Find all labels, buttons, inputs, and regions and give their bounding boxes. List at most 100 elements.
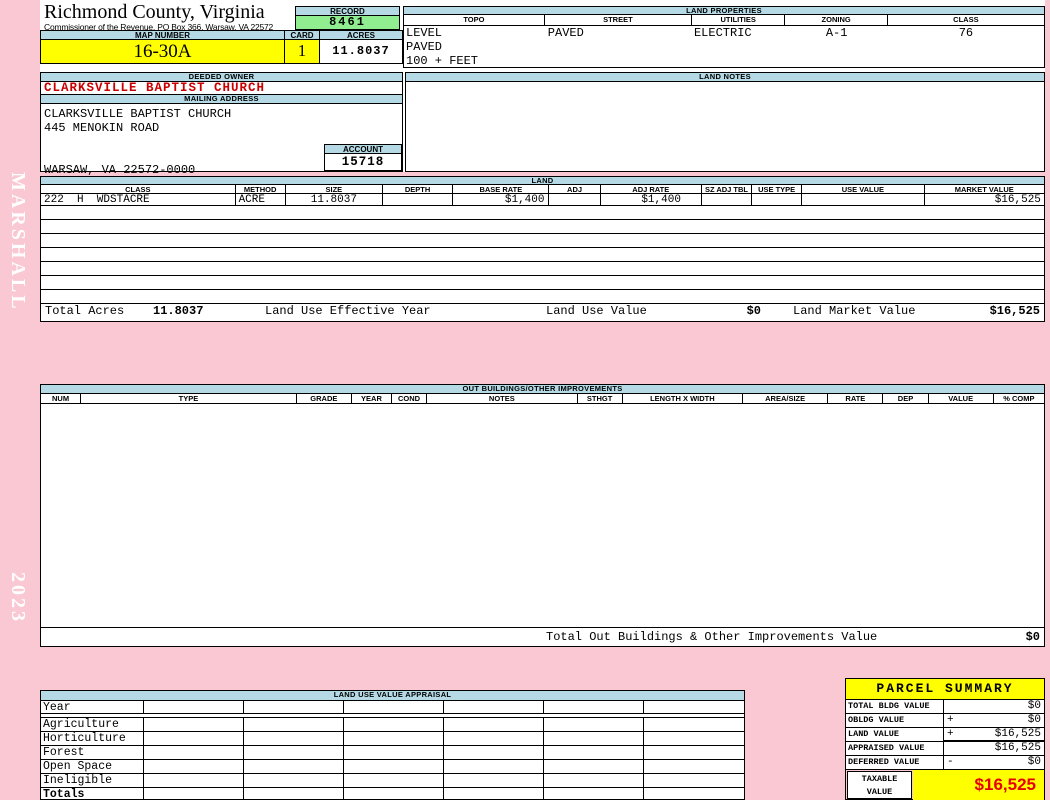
owner-block: DEEDED OWNER CLARKSVILLE BAPTIST CHURCH … <box>40 72 403 177</box>
acres-value: 11.8037 <box>320 40 403 64</box>
column-header: % COMP <box>1003 394 1035 403</box>
appraisal-cell <box>644 774 744 787</box>
record-value: 8461 <box>295 16 400 30</box>
column-header: YEAR <box>352 394 393 403</box>
street-value: PAVED <box>547 26 584 40</box>
appraisal-cell <box>144 774 244 787</box>
land-table: LAND CLASS METHOD SIZE DEPTH BASE RATE A… <box>40 176 1045 322</box>
land-class-cell: 222 H WDSTACRE <box>41 194 236 205</box>
empty-land-row <box>41 276 1044 290</box>
land-empty-rows <box>41 206 1044 304</box>
land-totals-row: Total Acres 11.8037 Land Use Effective Y… <box>41 303 1044 321</box>
empty-land-row <box>41 234 1044 248</box>
summary-row-deferred: DEFERRED VALUE - $0 <box>846 756 1044 770</box>
land-use-value-cell <box>802 194 925 205</box>
appraisal-row-open-space: Open Space <box>41 760 744 774</box>
summary-value: $0 <box>1027 756 1041 768</box>
column-header: CLASS <box>41 185 236 193</box>
appraisal-cell <box>344 746 444 759</box>
card-label: CARD <box>285 30 320 40</box>
summary-value: $0 <box>1027 714 1041 726</box>
appraisal-cell <box>244 774 344 787</box>
summary-label: LAND VALUE <box>846 728 944 741</box>
row-label: Forest <box>41 746 144 759</box>
county-header: Richmond County, Virginia Commissioner o… <box>44 2 294 32</box>
appraisal-row-ineligible: Ineligible <box>41 774 744 788</box>
summary-op: + <box>947 728 954 740</box>
out-buildings-total-value: $0 <box>1025 630 1040 644</box>
column-header: ADJ RATE <box>601 185 702 193</box>
empty-land-row <box>41 248 1044 262</box>
appraisal-cell <box>444 760 544 773</box>
appraisal-cell <box>244 746 344 759</box>
land-data-row: 222 H WDSTACRE ACRE 11.8037 $1,400 $1,40… <box>41 194 1044 206</box>
appraisal-cell <box>544 718 644 731</box>
appraisal-cell <box>544 760 644 773</box>
column-header: NUM <box>41 394 82 403</box>
appraisal-row-agriculture: Agriculture <box>41 718 744 732</box>
appraisal-cell <box>144 732 244 745</box>
summary-row-obldg: OBLDG VALUE + $0 <box>846 714 1044 728</box>
summary-value: $0 <box>1027 700 1041 712</box>
appraisal-cell <box>344 718 444 731</box>
appraisal-row-forest: Forest <box>41 746 744 760</box>
account-block: ACCOUNT 15718 <box>324 144 402 171</box>
summary-label: OBLDG VALUE <box>846 714 944 727</box>
appraisal-row-year: Year <box>41 701 744 714</box>
total-acres-value: 11.8037 <box>153 304 204 318</box>
column-header: RATE <box>828 394 884 403</box>
out-buildings-total-row: Total Out Buildings & Other Improvements… <box>41 627 1044 646</box>
appraisal-cell <box>544 701 644 713</box>
row-label: Ineligible <box>41 774 144 787</box>
appraisal-cell <box>444 718 544 731</box>
appraisal-cell <box>544 746 644 759</box>
column-header: NOTES <box>427 394 578 403</box>
acres-block: ACRES 11.8037 <box>320 30 403 64</box>
summary-row-taxable: TAXABLE VALUE $16,525 <box>846 770 1044 800</box>
appraisal-cell <box>244 732 344 745</box>
column-header: BASE RATE <box>453 185 550 193</box>
summary-label: DEFERRED VALUE <box>846 756 944 769</box>
appraisal-cell <box>144 718 244 731</box>
mailing-address-label: MAILING ADDRESS <box>41 95 402 104</box>
appraisal-cell <box>644 732 744 745</box>
column-header: MARKET VALUE <box>954 185 1014 193</box>
land-properties-title: LAND PROPERTIES <box>403 6 1045 15</box>
row-label: Totals <box>41 788 144 800</box>
appraisal-cell <box>244 760 344 773</box>
appraisal-cell <box>244 701 344 713</box>
appraisal-cell <box>244 788 344 800</box>
appraisal-cell <box>444 788 544 800</box>
appraisal-cell <box>144 788 244 800</box>
column-header: SZ ADJ TBL <box>702 185 753 193</box>
map-number-label: MAP NUMBER <box>40 30 285 40</box>
column-header: TOPO <box>404 15 545 25</box>
out-buildings-title: OUT BUILDINGS/OTHER IMPROVEMENTS <box>41 385 1044 394</box>
map-number-value: 16-30A <box>40 40 285 64</box>
appraisal-cell <box>644 788 744 800</box>
appraisal-cell <box>644 746 744 759</box>
row-label: Year <box>41 701 144 714</box>
topo-value: LEVEL PAVED 100 + FEET <box>406 26 479 68</box>
column-header: VALUE <box>929 394 994 403</box>
land-size-cell: 11.8037 <box>286 194 383 205</box>
taxable-label: TAXABLE VALUE <box>847 771 912 799</box>
appraisal-cell <box>444 774 544 787</box>
appraisal-cell <box>644 760 744 773</box>
account-label: ACCOUNT <box>324 144 402 154</box>
appraisal-cell <box>544 788 644 800</box>
card-value: 1 <box>285 40 320 64</box>
land-notes-content <box>406 82 1044 171</box>
land-market-value-cell: $16,525 <box>994 194 1041 205</box>
row-label: Open Space <box>41 760 144 773</box>
summary-value: $16,525 <box>994 728 1041 740</box>
column-header: UTILITIES <box>692 15 786 25</box>
land-title: LAND <box>41 177 1044 185</box>
summary-value: $16,525 <box>994 742 1041 754</box>
acres-label: ACRES <box>320 30 403 40</box>
address-line: 445 MENOKIN ROAD <box>44 121 160 135</box>
out-buildings-table: OUT BUILDINGS/OTHER IMPROVEMENTS NUM TYP… <box>40 384 1045 647</box>
column-header: AREA/SIZE <box>743 394 829 403</box>
appraisal-title: LAND USE VALUE APPRAISAL <box>41 691 744 701</box>
effective-year-label: Land Use Effective Year <box>265 304 431 318</box>
